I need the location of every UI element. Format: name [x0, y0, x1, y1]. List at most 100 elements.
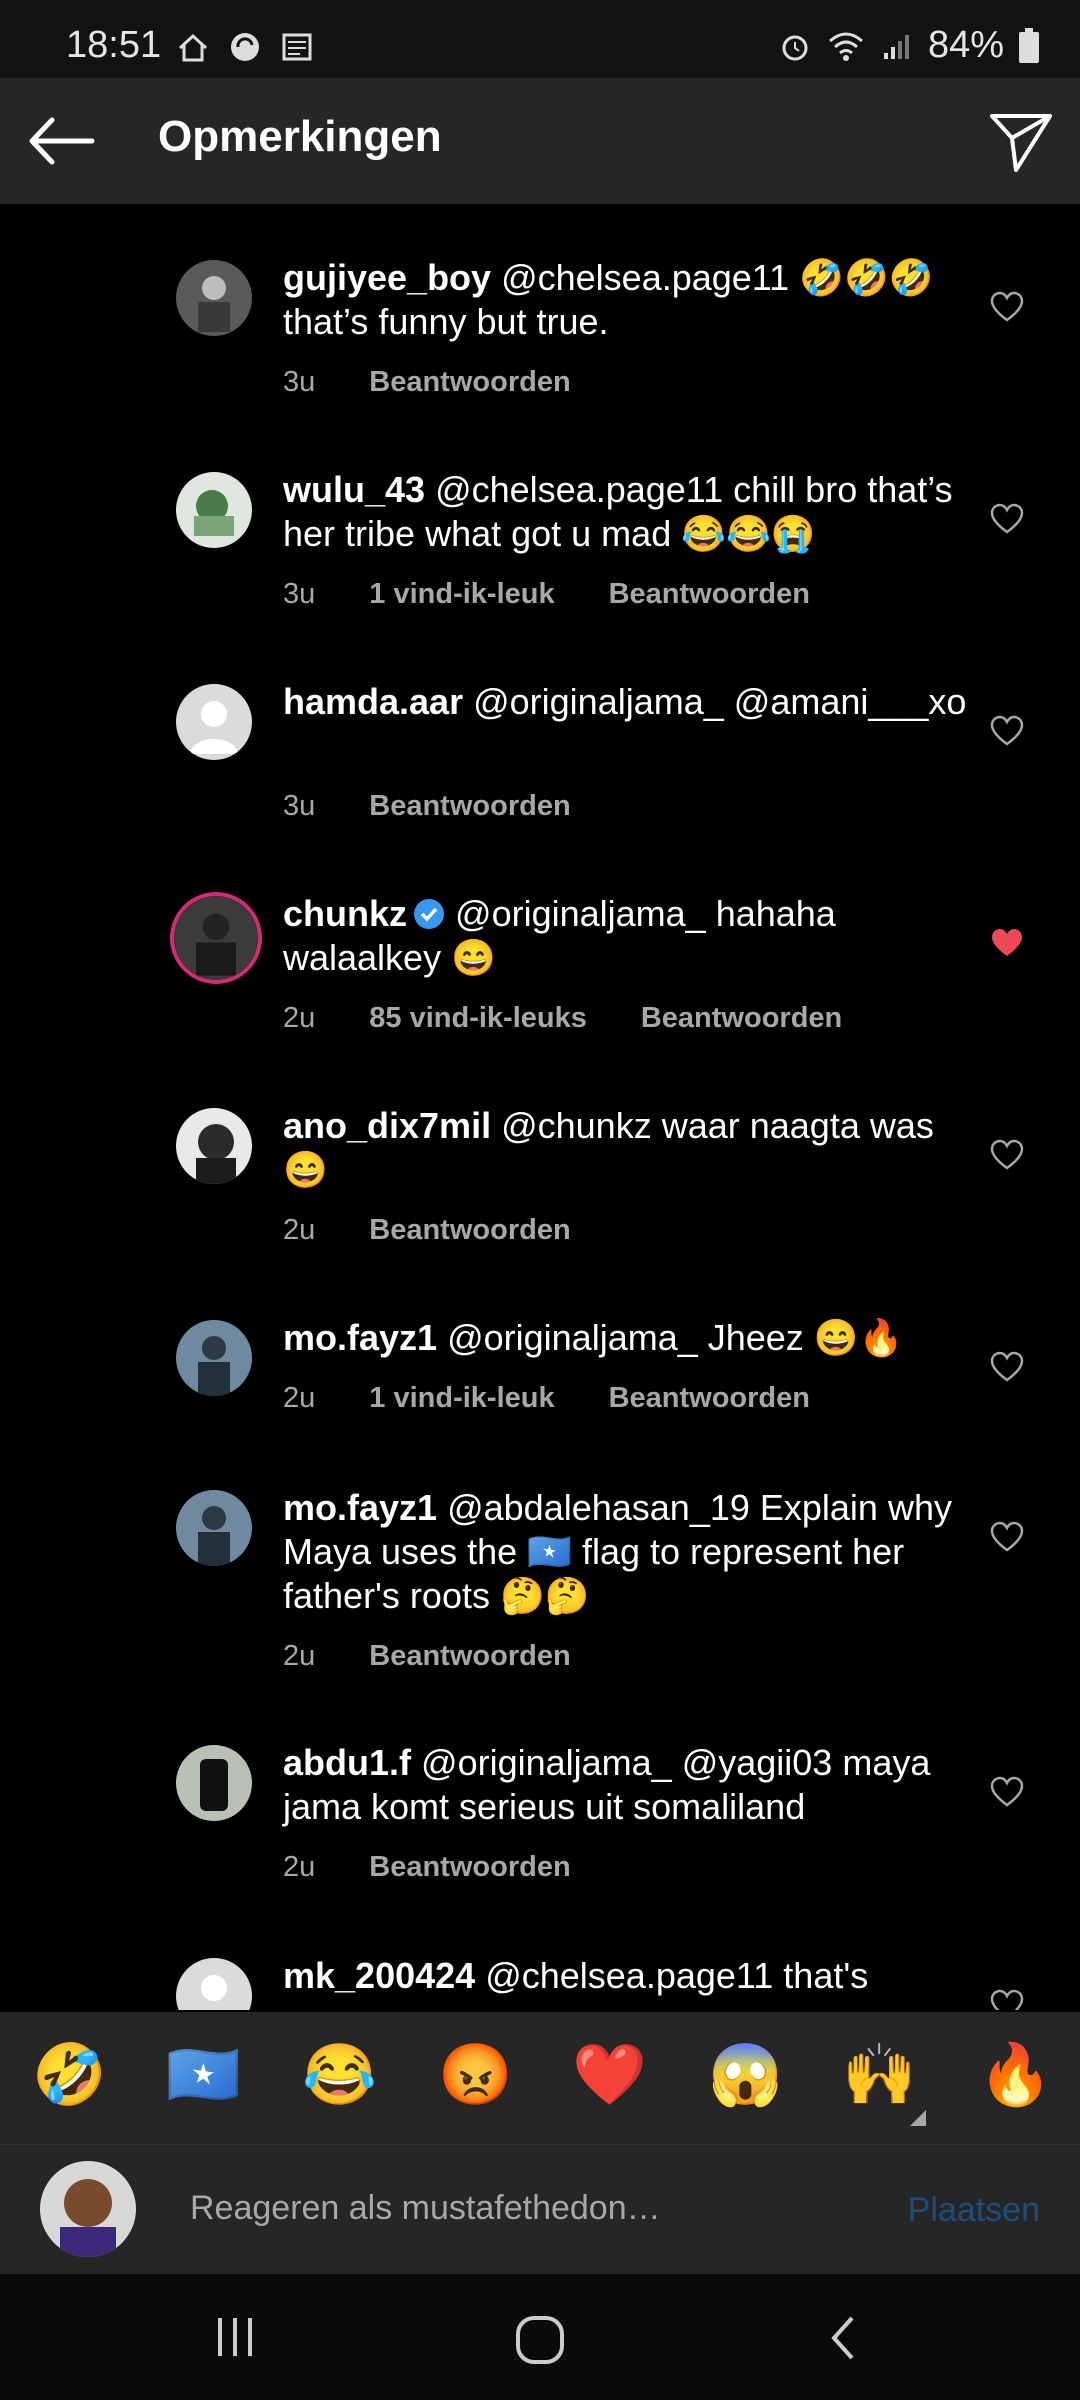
- more-emoji-indicator-icon[interactable]: [910, 2110, 926, 2126]
- status-bar: 18:51 84%: [0, 0, 1080, 78]
- comment-username[interactable]: ano_dix7mil: [283, 1105, 491, 1146]
- recent-apps-icon[interactable]: [212, 2314, 258, 2360]
- page-title: Opmerkingen: [158, 112, 442, 161]
- battery-percent: 84%: [927, 24, 1004, 66]
- avatar[interactable]: [176, 1490, 252, 1566]
- comment-meta: 3u Beantwoorden: [283, 366, 571, 399]
- comment-text: wulu_43 @chelsea.page11 chill bro that’s…: [283, 468, 973, 556]
- comment-meta: 2u Beantwoorden: [283, 1640, 571, 1673]
- like-count[interactable]: 1 vind-ik-leuk: [369, 1382, 554, 1415]
- reply-button[interactable]: Beantwoorden: [369, 1851, 570, 1884]
- emoji-raised-hands[interactable]: 🙌: [842, 2040, 917, 2110]
- emoji-heart[interactable]: ❤️: [572, 2040, 647, 2110]
- comment-time: 2u: [283, 1851, 316, 1883]
- alarm-icon: [782, 35, 808, 60]
- avatar[interactable]: [176, 260, 252, 336]
- avatar[interactable]: [176, 684, 252, 760]
- back-nav-icon[interactable]: [826, 2314, 860, 2362]
- comment-time: 2u: [283, 1382, 316, 1414]
- comment-meta: 3u 1 vind-ik-leuk Beantwoorden: [283, 578, 810, 611]
- paper-plane-icon: [990, 114, 1052, 172]
- system-nav-bar: [0, 2274, 1080, 2400]
- comment-time: 3u: [283, 578, 316, 610]
- heart-icon[interactable]: [990, 714, 1024, 748]
- comment-username[interactable]: hamda.aar: [283, 681, 463, 722]
- comment-composer: Reageren als mustafethedon… Plaatsen: [0, 2144, 1080, 2275]
- comment-text: ano_dix7mil @chunkz waar naagta was 😄: [283, 1104, 973, 1192]
- emoji-somalia-flag[interactable]: 🇸🇴: [166, 2040, 241, 2110]
- reply-button[interactable]: Beantwoorden: [609, 1382, 810, 1415]
- heart-icon[interactable]: [990, 1350, 1024, 1384]
- avatar[interactable]: [170, 892, 262, 984]
- header: Opmerkingen: [0, 78, 1080, 204]
- comments-list[interactable]: gujiyee_boy @chelsea.page11 🤣🤣🤣 that’s f…: [0, 204, 1080, 2010]
- reply-button[interactable]: Beantwoorden: [369, 1214, 570, 1247]
- comment-time: 2u: [283, 1214, 316, 1246]
- emoji-rofl[interactable]: 🤣: [32, 2040, 107, 2110]
- emoji-joy[interactable]: 😂: [302, 2040, 377, 2110]
- comment-username[interactable]: gujiyee_boy: [283, 257, 491, 298]
- news-notification-icon: [280, 30, 314, 64]
- comment-time: 3u: [283, 790, 316, 822]
- back-button[interactable]: [22, 108, 98, 174]
- comment-username[interactable]: mo.fayz1: [283, 1487, 437, 1528]
- comment-text: abdu1.f @originaljama_ @yagii03 maya jam…: [283, 1741, 973, 1829]
- my-avatar: [40, 2161, 136, 2257]
- heart-icon[interactable]: [990, 290, 1024, 324]
- like-count[interactable]: 1 vind-ik-leuk: [369, 578, 554, 611]
- home-notification-icon: [176, 30, 210, 64]
- comment-username[interactable]: mk_200424: [283, 1955, 475, 1996]
- emoji-scream[interactable]: 😱: [708, 2040, 783, 2110]
- comment-username[interactable]: wulu_43: [283, 469, 425, 510]
- comment-text: mo.fayz1 @originaljama_ Jheez 😄🔥: [283, 1316, 973, 1360]
- comment-time: 3u: [283, 366, 316, 398]
- reply-button[interactable]: Beantwoorden: [369, 790, 570, 823]
- reply-button[interactable]: Beantwoorden: [369, 366, 570, 399]
- verified-badge-icon: [414, 899, 445, 929]
- comment-username[interactable]: abdu1.f: [283, 1742, 411, 1783]
- avatar[interactable]: [176, 472, 252, 548]
- comment-time: 2u: [283, 1640, 316, 1672]
- like-count[interactable]: 85 vind-ik-leuks: [369, 1002, 587, 1035]
- comment-text: hamda.aar @originaljama_ @amani___xo: [283, 680, 973, 724]
- heart-icon[interactable]: [990, 1138, 1024, 1172]
- heart-icon[interactable]: [990, 1988, 1024, 2010]
- home-icon[interactable]: [514, 2314, 566, 2366]
- emoji-fire[interactable]: 🔥: [978, 2040, 1053, 2110]
- sync-notification-icon: [228, 30, 262, 64]
- comment-input[interactable]: Reageren als mustafethedon…: [190, 2189, 661, 2228]
- comment-text: mk_200424 @chelsea.page11 that's: [283, 1954, 973, 1998]
- avatar[interactable]: [176, 1958, 252, 2010]
- arrow-left-icon: [29, 117, 95, 165]
- reply-button[interactable]: Beantwoorden: [369, 1640, 570, 1673]
- battery-icon: [1019, 27, 1039, 63]
- comment-body: @originaljama_ Jheez 😄🔥: [447, 1317, 904, 1358]
- comment-meta: 3u Beantwoorden: [283, 790, 571, 823]
- heart-icon[interactable]: [990, 1775, 1024, 1809]
- heart-filled-icon[interactable]: [990, 926, 1024, 960]
- heart-icon[interactable]: [990, 502, 1024, 536]
- comment-meta: 2u Beantwoorden: [283, 1214, 571, 1247]
- comment-meta: 2u 85 vind-ik-leuks Beantwoorden: [283, 1002, 842, 1035]
- reply-button[interactable]: Beantwoorden: [609, 578, 810, 611]
- emoji-angry[interactable]: 😡: [438, 2040, 513, 2110]
- reply-button[interactable]: Beantwoorden: [641, 1002, 842, 1035]
- post-button[interactable]: Plaatsen: [908, 2191, 1040, 2230]
- comment-meta: 2u 1 vind-ik-leuk Beantwoorden: [283, 1382, 810, 1415]
- comment-text: chunkz @originaljama_ hahaha walaalkey 😄: [283, 892, 973, 980]
- status-right: 84%: [778, 24, 1040, 67]
- share-button[interactable]: [986, 106, 1056, 176]
- comment-text: gujiyee_boy @chelsea.page11 🤣🤣🤣 that’s f…: [283, 256, 973, 344]
- avatar[interactable]: [176, 1745, 252, 1821]
- comment-username[interactable]: chunkz: [283, 893, 407, 934]
- signal-icon: [883, 34, 909, 59]
- comment-text: mo.fayz1 @abdalehasan_19 Explain why May…: [283, 1486, 973, 1618]
- comment-body: @originaljama_ @amani___xo: [473, 681, 967, 722]
- wifi-icon: [828, 32, 863, 61]
- emoji-quick-bar: 🤣 🇸🇴 😂 😡 ❤️ 😱 🙌 🔥: [0, 2012, 1080, 2144]
- avatar[interactable]: [176, 1320, 252, 1396]
- heart-icon[interactable]: [990, 1520, 1024, 1554]
- status-time: 18:51: [66, 24, 162, 66]
- comment-username[interactable]: mo.fayz1: [283, 1317, 437, 1358]
- avatar[interactable]: [176, 1108, 252, 1184]
